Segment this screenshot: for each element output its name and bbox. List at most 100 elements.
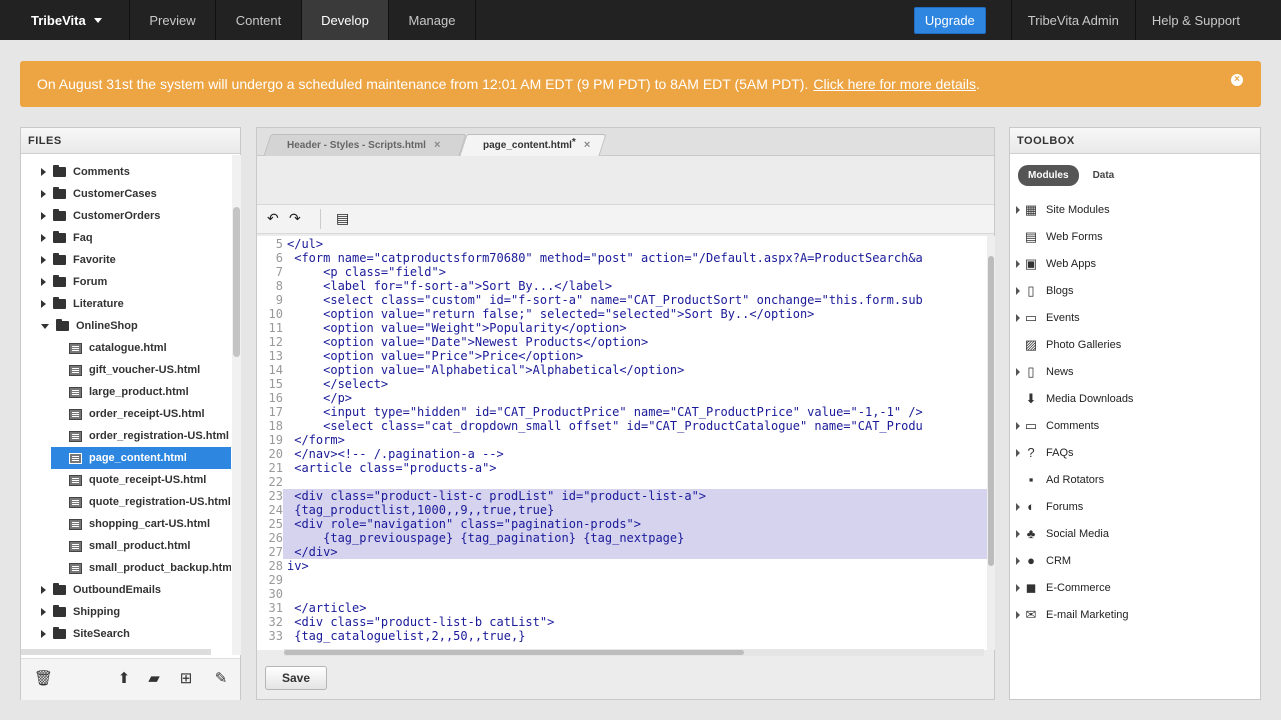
chevron-right-icon[interactable] [41,234,46,242]
files-scrollbar[interactable] [232,155,241,655]
code-line[interactable]: 15 </select> [257,377,987,391]
nav-content[interactable]: Content [216,0,302,40]
toolbox-item[interactable]: ◼ E-Commerce [1010,574,1260,601]
code-line[interactable]: 19 </form> [257,433,987,447]
code-line[interactable]: 14 <option value="Alphabetical">Alphabet… [257,363,987,377]
toolbox-item[interactable]: ▭ Comments [1010,412,1260,439]
close-icon[interactable]: × [584,139,590,151]
upload-icon[interactable]: ⬆ [116,671,132,687]
code-line[interactable]: 21 <article class="products-a"> [257,461,987,475]
code-line[interactable]: 12 <option value="Date">Newest Products<… [257,335,987,349]
close-icon[interactable]: × [1231,74,1243,86]
nav-preview[interactable]: Preview [130,0,216,40]
folder-item[interactable]: CustomerOrders [41,205,231,227]
code-horizontal-scrollbar[interactable] [284,649,984,656]
chevron-right-icon[interactable] [41,608,46,616]
toolbox-item[interactable]: ● CRM [1010,547,1260,574]
banner-details-link[interactable]: Click here for more details [813,76,976,92]
folder-item[interactable]: Literature [41,293,231,315]
file-item[interactable]: gift_voucher-US.html [51,359,231,381]
chevron-right-icon[interactable] [41,300,46,308]
file-item[interactable]: order_receipt-US.html [51,403,231,425]
chevron-right-icon[interactable] [1016,367,1020,376]
folder-item[interactable]: Comments [41,161,231,183]
tab-data[interactable]: Data [1083,165,1125,186]
toolbox-item[interactable]: ▯ News [1010,358,1260,385]
code-line[interactable]: 32 <div class="product-list-b catList"> [257,615,987,629]
chevron-right-icon[interactable] [1016,502,1020,511]
undo-icon[interactable]: ↶ [267,210,279,227]
chevron-right-icon[interactable] [41,212,46,220]
upgrade-button[interactable]: Upgrade [913,6,986,34]
code-line[interactable]: 18 <select class="cat_dropdown_small off… [257,419,987,433]
code-line[interactable]: 31 </article> [257,601,987,615]
toolbox-item[interactable]: ▭ Events [1010,304,1260,331]
files-horizontal-scrollbar[interactable] [21,649,211,655]
code-line[interactable]: 22 [257,475,987,489]
nav-develop[interactable]: Develop [302,0,389,40]
chevron-right-icon[interactable] [1016,259,1020,268]
close-icon[interactable]: × [434,139,440,151]
chevron-right-icon[interactable] [1016,583,1020,592]
redo-icon[interactable]: ↷ [289,210,301,227]
file-item[interactable]: small_product_backup.htm [51,557,231,579]
chevron-right-icon[interactable] [41,256,46,264]
new-folder-icon[interactable]: ▰ [146,671,162,687]
chevron-right-icon[interactable] [41,586,46,594]
code-line[interactable]: 7 <p class="field"> [257,265,987,279]
file-item[interactable]: quote_registration-US.html [51,491,231,513]
chevron-down-icon[interactable] [41,323,49,329]
chevron-right-icon[interactable] [41,190,46,198]
code-line[interactable]: 29 [257,573,987,587]
toolbox-item[interactable]: ▦ Site Modules [1010,196,1260,223]
file-item[interactable]: shopping_cart-US.html [51,513,231,535]
toolbox-item[interactable]: ✉ E-mail Marketing [1010,601,1260,628]
brand-menu[interactable]: TribeVita [0,0,130,40]
folder-item[interactable]: OnlineShop [41,315,231,337]
toolbox-item[interactable]: ▪ Ad Rotators [1010,466,1260,493]
code-line[interactable]: 24 {tag_productlist,1000,,9,,true,true} [257,503,987,517]
toolbox-item[interactable]: ▣ Web Apps [1010,250,1260,277]
file-item[interactable]: quote_receipt-US.html [51,469,231,491]
code-line[interactable]: 13 <option value="Price">Price</option> [257,349,987,363]
toolbox-item[interactable]: ? FAQs [1010,439,1260,466]
toolbox-item[interactable]: ▤ Web Forms [1010,223,1260,250]
chevron-right-icon[interactable] [1016,205,1020,214]
code-line[interactable]: 25 <div role="navigation" class="paginat… [257,517,987,531]
chevron-right-icon[interactable] [1016,286,1020,295]
edit-icon[interactable]: ✎ [213,671,229,687]
file-item[interactable]: catalogue.html [51,337,231,359]
folder-item[interactable]: Forum [41,271,231,293]
file-item[interactable]: large_product.html [51,381,231,403]
code-line[interactable]: 11 <option value="Weight">Popularity</op… [257,321,987,335]
chevron-right-icon[interactable] [41,168,46,176]
code-line[interactable]: 23 <div class="product-list-c prodList" … [257,489,987,503]
chevron-right-icon[interactable] [1016,529,1020,538]
toolbox-item[interactable]: ⬇ Media Downloads [1010,385,1260,412]
toolbox-item[interactable]: ▯ Blogs [1010,277,1260,304]
tab-modules[interactable]: Modules [1018,165,1079,186]
code-line[interactable]: 20 </nav><!-- /.pagination-a --> [257,447,987,461]
code-line[interactable]: 6 <form name="catproductsform70680" meth… [257,251,987,265]
chevron-right-icon[interactable] [1016,313,1020,322]
toolbox-item[interactable]: ♣ Social Media [1010,520,1260,547]
chevron-right-icon[interactable] [1016,448,1020,457]
code-line[interactable]: 10 <option value="return false;" selecte… [257,307,987,321]
code-line[interactable]: 28 iv> [257,559,987,573]
folder-item[interactable]: SiteSearch [41,623,231,645]
file-item[interactable]: page_content.html [51,447,231,469]
tab-header-styles-scripts[interactable]: Header - Styles - Scripts.html × [263,134,467,156]
code-line[interactable]: 33 {tag_cataloguelist,2,,50,,true,} [257,629,987,643]
save-button[interactable]: Save [265,666,327,690]
folder-item[interactable]: CustomerCases [41,183,231,205]
tab-page-content[interactable]: page_content.html * × [459,134,607,156]
new-file-icon[interactable]: ⊞ [178,671,194,687]
code-line[interactable]: 5 </ul> [257,237,987,251]
folder-item[interactable]: Favorite [41,249,231,271]
folder-item[interactable]: OutboundEmails [41,579,231,601]
code-horizontal-scrollbar-thumb[interactable] [284,650,744,655]
folder-item[interactable]: Shipping [41,601,231,623]
chevron-right-icon[interactable] [41,630,46,638]
toolbox-item[interactable]: ◐ Forums [1010,493,1260,520]
trash-icon[interactable]: 🗑 [34,671,53,687]
